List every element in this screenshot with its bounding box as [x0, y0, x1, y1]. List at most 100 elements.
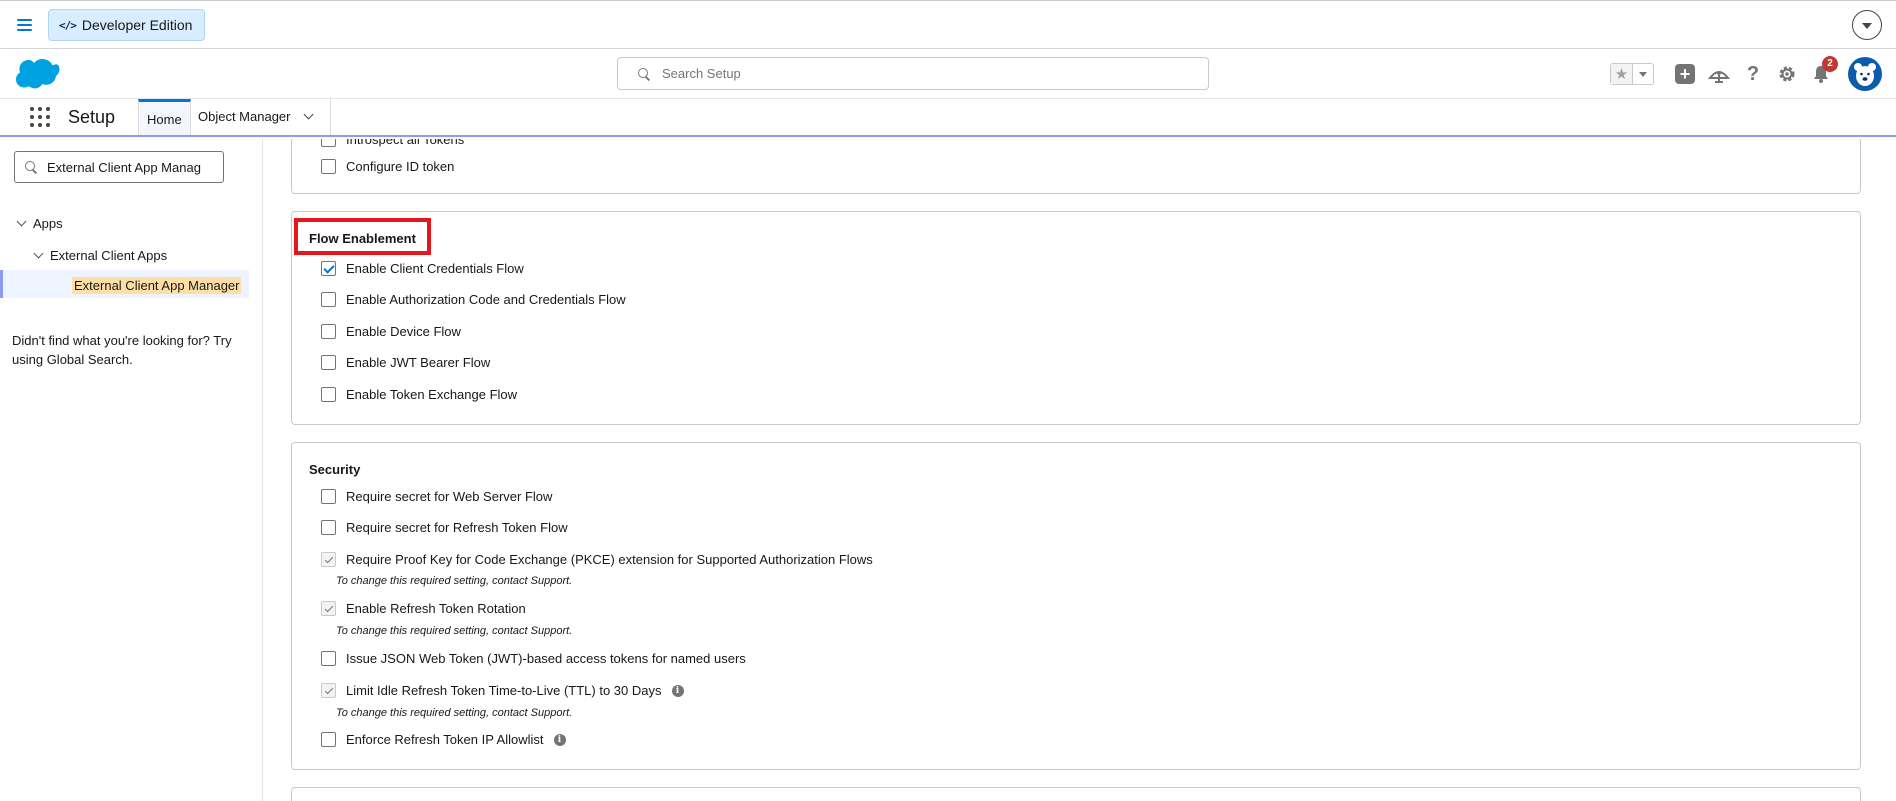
checkbox-row-ip-allowlist[interactable]: Enforce Refresh Token IP Allowlist i [321, 732, 566, 747]
info-icon[interactable]: i [553, 733, 566, 746]
checkbox [321, 552, 336, 567]
trailhead-icon [1708, 71, 1730, 83]
checkbox-label: Enforce Refresh Token IP Allowlist [346, 732, 544, 747]
quick-find-value: External Client App Manag [47, 159, 201, 175]
required-setting-note: To change this required setting, contact… [336, 707, 573, 719]
chevron-down-icon[interactable] [303, 109, 313, 120]
checkbox[interactable] [321, 489, 336, 504]
checkbox-label: Configure ID token [346, 159, 455, 174]
next-section-card [291, 787, 1861, 801]
security-card: Security Require secret for Web Server F… [291, 442, 1861, 770]
checkbox-row-idle-ttl: Limit Idle Refresh Token Time-to-Live (T… [321, 683, 684, 698]
checkbox-row-auth-code[interactable]: Enable Authorization Code and Credential… [321, 292, 626, 307]
checkbox-label: Require Proof Key for Code Exchange (PKC… [346, 552, 873, 567]
checkbox[interactable] [321, 355, 336, 370]
checkbox-label: Require secret for Refresh Token Flow [346, 520, 568, 535]
flow-enablement-card: Flow Enablement Enable Client Credential… [291, 211, 1861, 425]
required-setting-note: To change this required setting, contact… [336, 625, 573, 637]
main-content: Introspect all Tokens Configure ID token… [264, 139, 1896, 801]
global-actions-button[interactable]: + [1674, 63, 1696, 85]
favorites-dropdown-icon[interactable] [1633, 64, 1653, 84]
checkbox-row-jwt-bearer[interactable]: Enable JWT Bearer Flow [321, 355, 490, 370]
notification-badge: 2 [1822, 56, 1838, 72]
checkbox-row-token-exchange[interactable]: Enable Token Exchange Flow [321, 387, 517, 402]
app-launcher-icon[interactable] [30, 107, 50, 127]
quick-find-input[interactable]: External Client App Manag [14, 151, 224, 183]
checkbox-label: Enable Authorization Code and Credential… [346, 292, 626, 307]
checkbox[interactable] [321, 387, 336, 402]
star-icon[interactable]: ★ [1611, 64, 1633, 84]
checkbox-label: Require secret for Web Server Flow [346, 489, 553, 504]
checkbox[interactable] [321, 292, 336, 307]
search-icon [25, 161, 37, 173]
tab-home[interactable]: Home [138, 99, 191, 135]
checkbox-label: Enable JWT Bearer Flow [346, 355, 491, 370]
tree-item-external-client-apps[interactable]: External Client Apps [33, 248, 168, 263]
flow-enablement-title: Flow Enablement [309, 231, 416, 246]
tree-item-external-client-app-manager[interactable]: External Client App Manager [72, 277, 242, 294]
checkbox-row-device-flow[interactable]: Enable Device Flow [321, 324, 461, 339]
tree-item-apps[interactable]: Apps [16, 216, 63, 231]
checkbox [321, 683, 336, 698]
checkbox-label: Enable Refresh Token Rotation [346, 601, 526, 616]
notifications-button[interactable]: 2 [1810, 56, 1838, 85]
checkbox[interactable] [321, 139, 336, 147]
menu-icon[interactable] [17, 19, 32, 31]
edition-label: Developer Edition [81, 17, 193, 33]
checkbox-row-refresh-token-secret[interactable]: Require secret for Refresh Token Flow [321, 520, 568, 535]
global-top-bar: </> Developer Edition [0, 0, 1896, 49]
app-name: Setup [68, 107, 116, 127]
checkbox-label: Limit Idle Refresh Token Time-to-Live (T… [346, 683, 662, 698]
plus-icon: + [1675, 64, 1695, 84]
checkbox-label: Introspect all Tokens [346, 139, 465, 147]
bear-avatar-icon [1854, 63, 1876, 86]
tree-item-label: Apps [33, 216, 63, 231]
checkbox[interactable] [321, 732, 336, 747]
checkbox[interactable] [321, 324, 336, 339]
checkbox-row-client-credentials[interactable]: Enable Client Credentials Flow [321, 261, 524, 276]
checkbox-label: Enable Device Flow [346, 324, 461, 339]
checkbox [321, 601, 336, 616]
checkbox-row-pkce: Require Proof Key for Code Exchange (PKC… [321, 552, 873, 567]
required-setting-note: To change this required setting, contact… [336, 575, 573, 587]
checkbox-row[interactable]: Configure ID token [321, 159, 454, 174]
trailhead-button[interactable] [1708, 63, 1730, 85]
global-header: Search Setup ★ + ? 2 [0, 49, 1896, 99]
salesforce-logo[interactable] [16, 57, 60, 89]
checkbox[interactable] [321, 520, 336, 535]
setup-search-input[interactable]: Search Setup [617, 57, 1209, 90]
checkbox[interactable] [321, 261, 336, 276]
header-actions: ★ + ? 2 [1610, 56, 1882, 91]
checkbox-row[interactable]: Introspect all Tokens [321, 139, 464, 147]
sidebar-help-text: Didn't find what you're looking for? Try… [12, 333, 232, 367]
search-placeholder: Search Setup [662, 66, 741, 81]
app-navigation: Setup Home Object Manager [0, 99, 1896, 137]
developer-edition-button[interactable]: </> Developer Edition [48, 9, 206, 41]
oauth-scopes-card: Introspect all Tokens Configure ID token [291, 139, 1861, 194]
search-icon [638, 67, 650, 80]
checkbox-label: Enable Client Credentials Flow [346, 261, 524, 276]
code-icon: </> [59, 18, 77, 32]
chevron-down-icon[interactable] [16, 216, 27, 227]
checkbox-label: Enable Token Exchange Flow [346, 387, 518, 402]
checkbox-label: Issue JSON Web Token (JWT)-based access … [346, 651, 746, 666]
security-title: Security [309, 462, 361, 477]
top-dropdown-icon[interactable] [1852, 10, 1882, 40]
info-icon[interactable]: i [671, 684, 684, 697]
question-icon: ? [1746, 62, 1760, 85]
tab-object-manager-label: Object Manager [198, 109, 291, 124]
gear-icon [1779, 66, 1795, 82]
checkbox[interactable] [321, 651, 336, 666]
setup-sidebar: External Client App Manag Apps External … [0, 139, 263, 801]
help-button[interactable]: ? [1742, 63, 1764, 85]
checkbox-row-web-server-secret[interactable]: Require secret for Web Server Flow [321, 489, 552, 504]
tree-item-label: External Client Apps [50, 248, 168, 263]
setup-gear-button[interactable] [1776, 63, 1798, 85]
checkbox[interactable] [321, 159, 336, 174]
checkbox-row-refresh-rotation: Enable Refresh Token Rotation [321, 601, 526, 616]
favorites-group: ★ [1610, 63, 1654, 85]
tab-object-manager[interactable]: Object Manager [190, 99, 331, 135]
chevron-down-icon[interactable] [33, 248, 44, 259]
user-avatar[interactable] [1848, 57, 1882, 91]
checkbox-row-jwt-access-tokens[interactable]: Issue JSON Web Token (JWT)-based access … [321, 651, 746, 666]
